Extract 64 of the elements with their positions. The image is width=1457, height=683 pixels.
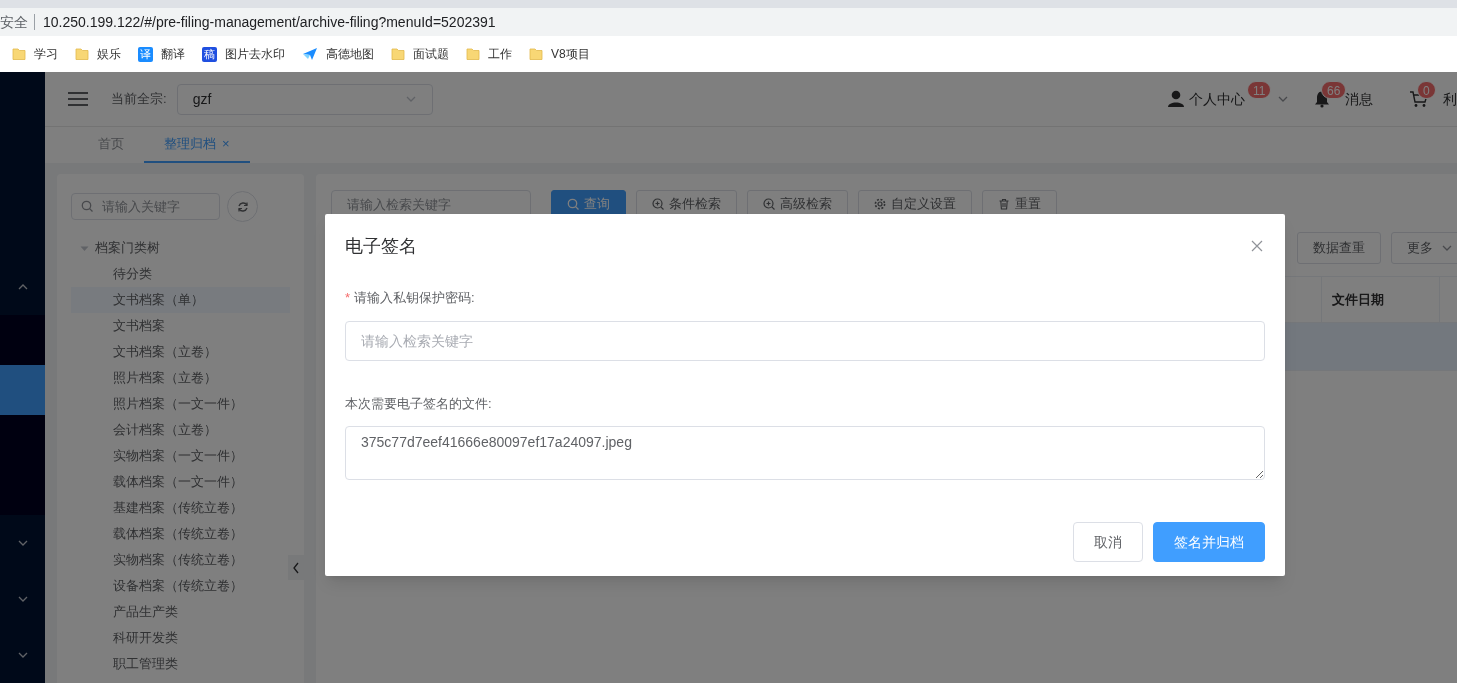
bookmark-link[interactable]: 翻译 (161, 45, 185, 63)
address-url[interactable]: 10.250.199.122/#/pre-filing-management/archive-filing?menuId=5202391 (43, 11, 496, 33)
tree-node[interactable]: 产品生产类 (71, 599, 290, 625)
zoom-in-icon (763, 198, 775, 210)
count-badge: 66 (1321, 81, 1347, 99)
tree-node[interactable]: 载体档案（传统立卷） (71, 521, 290, 547)
tree-node[interactable]: 科研开发类 (71, 625, 290, 651)
tree-node[interactable]: 文书档案 (71, 313, 290, 339)
tree-node[interactable]: 文书档案（单） (71, 287, 290, 313)
bookmark-link[interactable]: 工作 (488, 45, 512, 63)
tree-node[interactable]: 会计档案（立卷） (71, 417, 290, 443)
action-link[interactable]: 利 (1443, 88, 1457, 110)
tree-node[interactable]: 实物档案（传统立卷） (71, 547, 290, 573)
action-link[interactable]: 个人中心 (1189, 88, 1245, 110)
cancel-button[interactable]: 取消 (1073, 522, 1143, 562)
fonds-label: 当前全宗: (111, 90, 167, 109)
toolbar-button[interactable]: 数据查重 (1297, 232, 1381, 264)
file-list-field[interactable]: 375c77d7eef41666e80097ef17a24097.jpeg (345, 426, 1265, 480)
bookmark-icon: 译 (138, 46, 153, 62)
folder-icon (466, 47, 480, 61)
user-icon[interactable] (1167, 90, 1185, 108)
field-label: 请输入私钥保护密码: (354, 290, 475, 305)
security-label: 安全 (0, 14, 35, 30)
search-icon (567, 198, 579, 210)
dialog-title: 电子签名 (345, 234, 417, 258)
folder-icon (529, 47, 543, 61)
bookmark-icon: 稿 (202, 46, 217, 62)
menu-icon[interactable] (68, 91, 88, 107)
zoom-in-icon (652, 198, 664, 210)
count-badge: 11 (1247, 81, 1272, 99)
sign-archive-button[interactable]: 签名并归档 (1153, 522, 1265, 562)
tree-node[interactable]: 待分类 (71, 261, 290, 287)
bookmark-link[interactable]: V8项目 (551, 45, 590, 63)
tree-node[interactable]: 职工管理类 (71, 651, 290, 677)
action-link[interactable]: 消息 (1345, 88, 1373, 110)
paper-plane-icon (302, 47, 318, 61)
close-icon[interactable] (1251, 240, 1263, 252)
folder-icon (75, 47, 89, 61)
tree-node[interactable]: 照片档案（立卷） (71, 365, 290, 391)
bookmark-link[interactable]: 学习 (34, 45, 58, 63)
close-icon[interactable]: × (222, 134, 230, 154)
refresh-icon (236, 200, 249, 213)
fonds-select[interactable]: gzf (176, 83, 433, 115)
trash-icon (998, 198, 1010, 210)
column-header: 文件日期 (1322, 277, 1440, 322)
folder-icon (391, 47, 405, 61)
search-icon (81, 200, 93, 212)
field-label: 本次需要电子签名的文件: (345, 395, 492, 411)
gear-icon (874, 198, 886, 210)
collapse-button[interactable] (288, 555, 304, 580)
bookmark-link[interactable]: 图片去水印 (225, 45, 285, 63)
count-badge: 0 (1417, 81, 1436, 99)
chevron-left-icon (292, 561, 300, 574)
tree-node[interactable]: 基建档案（传统立卷） (71, 495, 290, 521)
required-mark: * (345, 290, 351, 305)
toolbar-button[interactable]: 更多 (1391, 232, 1457, 264)
tree-node[interactable]: 文书档案（立卷） (71, 339, 290, 365)
bookmark-link[interactable]: 娱乐 (97, 45, 121, 63)
bookmark-link[interactable]: 面试题 (413, 45, 449, 63)
folder-icon (12, 47, 26, 61)
tree-node[interactable]: 档案门类树 (95, 238, 160, 258)
password-field[interactable]: 请输入检索关键字 (345, 320, 1265, 361)
tree-node[interactable]: 设备档案（传统立卷） (71, 573, 290, 599)
bookmark-link[interactable]: 高德地图 (326, 45, 374, 63)
